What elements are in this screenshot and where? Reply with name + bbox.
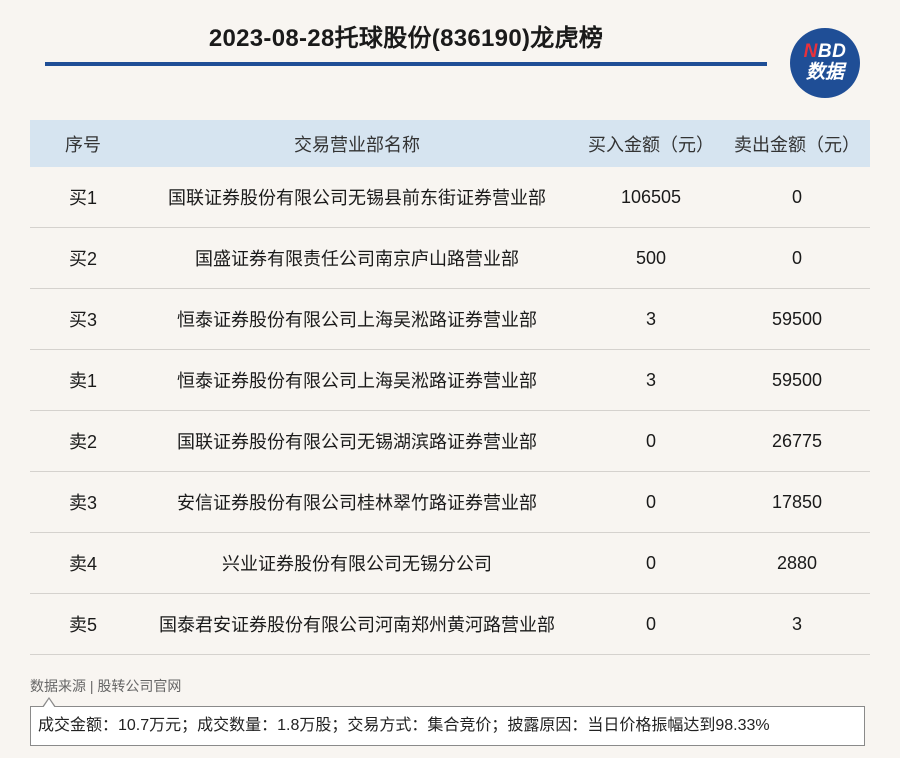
table-row: 买2 国盛证券有限责任公司南京庐山路营业部 500 0 — [30, 228, 870, 289]
row-seq: 买3 — [68, 310, 97, 330]
column-header-seq: 序号 — [65, 134, 101, 155]
dragon-tiger-table: 序号 交易营业部名称 买入金额（元） 卖出金额（元） 买1 国联证券股份有限公司… — [30, 120, 870, 655]
row-buy-amount: 500 — [635, 247, 667, 268]
table-row: 卖5 国泰君安证券股份有限公司河南郑州黄河路营业部 0 3 — [30, 594, 870, 655]
title-underline — [45, 62, 767, 66]
row-seq: 卖2 — [68, 432, 97, 452]
row-buy-amount: 0 — [645, 613, 656, 634]
table-header: 序号 交易营业部名称 买入金额（元） 卖出金额（元） — [30, 120, 870, 167]
column-header-buy: 买入金额（元） — [588, 134, 714, 155]
row-sell-amount: 17850 — [771, 491, 823, 512]
data-source: 数据来源 | 股转公司官网 — [30, 678, 182, 694]
row-sell-amount: 59500 — [771, 369, 823, 390]
table-row: 卖1 恒泰证券股份有限公司上海吴淞路证券营业部 3 59500 — [30, 350, 870, 411]
table-row: 卖3 安信证券股份有限公司桂林翠竹路证券营业部 0 17850 — [30, 472, 870, 533]
nbd-data-logo: NBD 数据 — [790, 28, 860, 98]
callout-pointer-fill — [43, 699, 55, 708]
column-header-name: 交易营业部名称 — [294, 134, 420, 155]
column-header-sell: 卖出金额（元） — [734, 134, 860, 155]
row-seq: 买1 — [68, 188, 97, 208]
row-buy-amount: 0 — [645, 491, 656, 512]
row-seq: 买2 — [68, 249, 97, 269]
logo-n-letter: N — [803, 41, 818, 62]
row-sell-amount: 26775 — [771, 430, 823, 451]
row-buy-amount: 106505 — [620, 186, 682, 207]
table-row: 买3 恒泰证券股份有限公司上海吴淞路证券营业部 3 59500 — [30, 289, 870, 350]
table-row: 买1 国联证券股份有限公司无锡县前东街证券营业部 106505 0 — [30, 167, 870, 228]
row-buy-amount: 3 — [645, 369, 656, 390]
row-branch-name: 恒泰证券股份有限公司上海吴淞路证券营业部 — [177, 371, 537, 391]
page-title: 2023-08-28托球股份(836190)龙虎榜 — [208, 25, 604, 52]
logo-bd-letters: BD — [817, 41, 847, 62]
table-row: 卖4 兴业证券股份有限公司无锡分公司 0 2880 — [30, 533, 870, 594]
row-sell-amount: 2880 — [776, 552, 818, 573]
row-sell-amount: 59500 — [771, 308, 823, 329]
row-seq: 卖3 — [68, 493, 97, 513]
row-buy-amount: 3 — [645, 308, 656, 329]
row-buy-amount: 0 — [645, 552, 656, 573]
logo-text-top: NBD — [804, 42, 847, 62]
row-seq: 卖4 — [68, 554, 97, 574]
row-sell-amount: 0 — [791, 186, 802, 207]
trade-summary-note: 成交金额：10.7万元；成交数量：1.8万股；交易方式：集合竞价；披露原因：当日… — [30, 706, 865, 746]
row-seq: 卖5 — [68, 615, 97, 635]
table-row: 卖2 国联证券股份有限公司无锡湖滨路证券营业部 0 26775 — [30, 411, 870, 472]
logo-text-bottom: 数据 — [805, 62, 844, 83]
row-branch-name: 安信证券股份有限公司桂林翠竹路证券营业部 — [177, 493, 537, 513]
row-branch-name: 国泰君安证券股份有限公司河南郑州黄河路营业部 — [159, 615, 555, 635]
row-sell-amount: 3 — [791, 613, 802, 634]
row-branch-name: 恒泰证券股份有限公司上海吴淞路证券营业部 — [177, 310, 537, 330]
row-seq: 卖1 — [68, 371, 97, 391]
row-buy-amount: 0 — [645, 430, 656, 451]
row-branch-name: 国盛证券有限责任公司南京庐山路营业部 — [195, 249, 519, 269]
row-branch-name: 国联证券股份有限公司无锡湖滨路证券营业部 — [177, 432, 537, 452]
row-sell-amount: 0 — [791, 247, 802, 268]
row-branch-name: 兴业证券股份有限公司无锡分公司 — [222, 554, 492, 574]
row-branch-name: 国联证券股份有限公司无锡县前东街证券营业部 — [168, 188, 546, 208]
